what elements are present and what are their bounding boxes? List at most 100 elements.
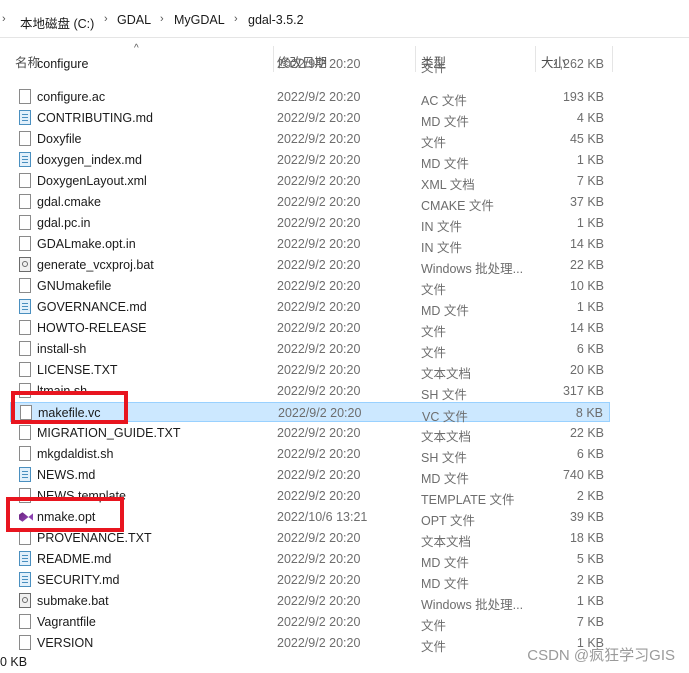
file-icon xyxy=(19,278,31,293)
md-file-icon xyxy=(19,299,31,314)
file-name: mkgdaldist.sh xyxy=(37,447,114,461)
file-name: CONTRIBUTING.md xyxy=(37,111,153,125)
file-name: MIGRATION_GUIDE.TXT xyxy=(37,426,181,440)
file-row[interactable]: gdal.cmake 2022/9/2 20:20 CMAKE 文件 37 KB xyxy=(10,192,610,213)
file-modified-date: 2022/9/2 20:20 xyxy=(277,57,361,71)
file-modified-date: 2022/9/2 20:20 xyxy=(277,321,361,335)
file-row[interactable]: CONTRIBUTING.md 2022/9/2 20:20 MD 文件 4 KB xyxy=(10,108,610,129)
file-row[interactable]: VERSION 2022/9/2 20:20 文件 1 KB xyxy=(10,633,610,654)
breadcrumb-item-gdal[interactable]: GDAL xyxy=(117,13,151,27)
file-modified-date: 2022/9/2 20:20 xyxy=(277,426,361,440)
file-name: submake.bat xyxy=(37,594,109,608)
file-row[interactable]: install-sh 2022/9/2 20:20 文件 6 KB xyxy=(10,339,610,360)
file-row[interactable]: GOVERNANCE.md 2022/9/2 20:20 MD 文件 1 KB xyxy=(10,297,610,318)
md-file-icon xyxy=(19,551,31,566)
file-row[interactable]: submake.bat 2022/9/2 20:20 Windows 批处理... 1… xyxy=(10,591,610,612)
file-modified-date: 2022/9/2 20:20 xyxy=(277,300,361,314)
file-size: 14 KB xyxy=(569,237,604,251)
file-name: install-sh xyxy=(37,342,87,356)
file-type: MD 文件 xyxy=(421,157,469,171)
file-modified-date: 2022/9/2 20:20 xyxy=(277,384,361,398)
file-name: HOWTO-RELEASE xyxy=(37,321,147,335)
file-row[interactable]: NEWS.md 2022/9/2 20:20 MD 文件 740 KB xyxy=(10,465,610,486)
file-name: gdal.cmake xyxy=(37,195,101,209)
file-row[interactable]: DoxygenLayout.xml 2022/9/2 20:20 XML 文档 7 K… xyxy=(10,171,610,192)
file-row[interactable]: configure 2022/9/2 20:20 文件 1,262 KB xyxy=(10,57,610,80)
breadcrumb-separator-icon[interactable]: › xyxy=(160,13,164,25)
file-size: 1 KB xyxy=(576,594,604,608)
file-row[interactable]: doxygen_index.md 2022/9/2 20:20 MD 文件 1 KB xyxy=(10,150,610,171)
file-row[interactable]: README.md 2022/9/2 20:20 MD 文件 5 KB xyxy=(10,549,610,570)
file-modified-date: 2022/9/2 20:20 xyxy=(277,552,361,566)
status-bar-size: 0 KB xyxy=(0,655,28,669)
file-type: MD 文件 xyxy=(421,304,469,318)
file-type: SH 文件 xyxy=(421,451,467,465)
file-row[interactable]: Doxyfile 2022/9/2 20:20 文件 45 KB xyxy=(10,129,610,150)
file-type: MD 文件 xyxy=(421,115,469,129)
file-modified-date: 2022/9/2 20:20 xyxy=(278,406,362,420)
breadcrumb-item-gdal-3-5-2[interactable]: gdal-3.5.2 xyxy=(248,13,304,27)
file-row[interactable]: LICENSE.TXT 2022/9/2 20:20 文本文档 20 KB xyxy=(10,360,610,381)
file-name: DoxygenLayout.xml xyxy=(37,174,147,188)
file-size: 1 KB xyxy=(576,300,604,314)
file-icon xyxy=(19,215,31,230)
file-icon xyxy=(19,236,31,251)
file-type: MD 文件 xyxy=(421,577,469,591)
file-size: 7 KB xyxy=(576,615,604,629)
file-row[interactable]: Vagrantfile 2022/9/2 20:20 文件 7 KB xyxy=(10,612,610,633)
file-size: 317 KB xyxy=(562,384,604,398)
file-name: Doxyfile xyxy=(37,132,82,146)
file-row[interactable]: HOWTO-RELEASE 2022/9/2 20:20 文件 14 KB xyxy=(10,318,610,339)
file-row[interactable]: gdal.pc.in 2022/9/2 20:20 IN 文件 1 KB xyxy=(10,213,610,234)
file-row[interactable]: mkgdaldist.sh 2022/9/2 20:20 SH 文件 6 KB xyxy=(10,444,610,465)
file-size: 22 KB xyxy=(569,426,604,440)
file-size: 5 KB xyxy=(576,552,604,566)
file-type: 文件 xyxy=(421,619,447,633)
file-modified-date: 2022/9/2 20:20 xyxy=(277,153,361,167)
breadcrumb-item-drive[interactable]: 本地磁盘 (C:) xyxy=(20,13,94,32)
file-size: 18 KB xyxy=(569,531,604,545)
file-size: 4 KB xyxy=(576,111,604,125)
file-modified-date: 2022/9/2 20:20 xyxy=(277,489,361,503)
file-row[interactable]: configure.ac 2022/9/2 20:20 AC 文件 193 KB xyxy=(10,87,610,108)
file-modified-date: 2022/9/2 20:20 xyxy=(277,363,361,377)
file-modified-date: 2022/9/2 20:20 xyxy=(277,237,361,251)
file-type: 文件 xyxy=(421,346,447,360)
file-size: 22 KB xyxy=(569,258,604,272)
file-modified-date: 2022/9/2 20:20 xyxy=(277,195,361,209)
column-divider[interactable] xyxy=(612,46,613,72)
breadcrumb-item-mygdal[interactable]: MyGDAL xyxy=(174,13,225,27)
file-name: gdal.pc.in xyxy=(37,216,91,230)
file-row[interactable]: MIGRATION_GUIDE.TXT 2022/9/2 20:20 文本文档 22 … xyxy=(10,423,610,444)
file-size: 10 KB xyxy=(569,279,604,293)
file-type: TEMPLATE 文件 xyxy=(421,493,515,507)
file-size: 37 KB xyxy=(569,195,604,209)
file-size: 39 KB xyxy=(569,510,604,524)
breadcrumb-separator-icon[interactable]: › xyxy=(104,13,108,25)
file-modified-date: 2022/9/2 20:20 xyxy=(277,342,361,356)
file-type: 文本文档 xyxy=(421,367,472,381)
file-modified-date: 2022/9/2 20:20 xyxy=(277,90,361,104)
file-name: GDALmake.opt.in xyxy=(37,237,136,251)
file-name: configure xyxy=(37,57,89,71)
file-row[interactable]: GDALmake.opt.in 2022/9/2 20:20 IN 文件 14 KB xyxy=(10,234,610,255)
file-icon xyxy=(19,341,31,356)
file-icon xyxy=(19,173,31,188)
file-modified-date: 2022/9/2 20:20 xyxy=(277,132,361,146)
file-modified-date: 2022/9/2 20:20 xyxy=(277,573,361,587)
file-row[interactable]: generate_vcxproj.bat 2022/9/2 20:20 Window… xyxy=(10,255,610,276)
file-icon xyxy=(19,446,31,461)
breadcrumb-separator-icon[interactable]: › xyxy=(234,13,238,25)
file-type: 文件 xyxy=(421,640,447,654)
file-row[interactable]: SECURITY.md 2022/9/2 20:20 MD 文件 2 KB xyxy=(10,570,610,591)
highlight-box-makefile xyxy=(11,391,128,424)
file-type: OPT 文件 xyxy=(421,514,475,528)
file-size: 1,262 KB xyxy=(552,57,604,71)
file-name: doxygen_index.md xyxy=(37,153,142,167)
address-bar[interactable]: › 本地磁盘 (C:) › GDAL › MyGDAL › gdal-3.5.2 xyxy=(0,0,689,38)
file-row[interactable]: GNUmakefile 2022/9/2 20:20 文件 10 KB xyxy=(10,276,610,297)
file-type: CMAKE 文件 xyxy=(421,199,494,213)
file-name: configure.ac xyxy=(37,90,106,104)
file-modified-date: 2022/9/2 20:20 xyxy=(277,111,361,125)
md-file-icon xyxy=(19,152,31,167)
